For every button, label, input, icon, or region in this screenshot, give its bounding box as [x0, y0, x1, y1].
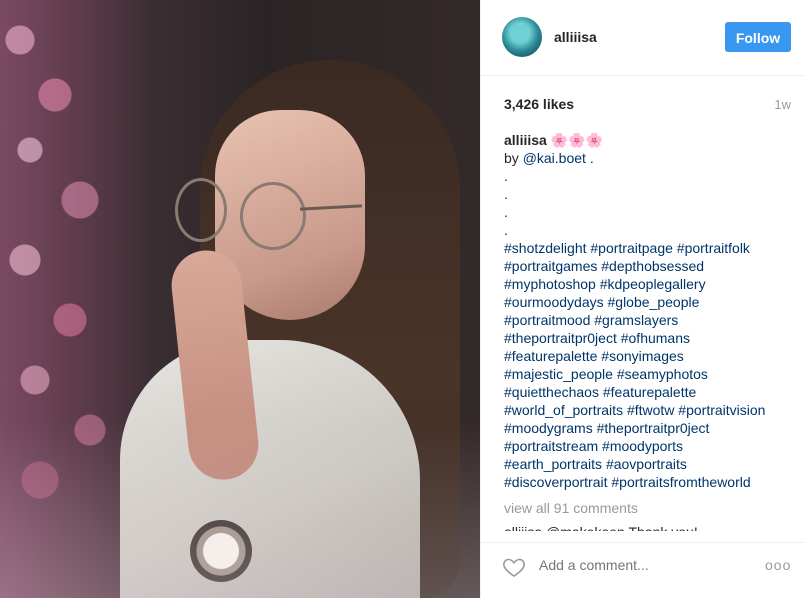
- mention-link[interactable]: @kai.boet: [523, 150, 586, 166]
- caption-by: by: [504, 150, 519, 166]
- likes-count[interactable]: 3,426 likes: [504, 96, 574, 112]
- hashtag-line[interactable]: #shotzdelight #portraitpage #portraitfol…: [504, 239, 796, 257]
- add-comment-input[interactable]: [539, 557, 739, 573]
- comment-bar: ooo: [481, 542, 804, 599]
- caption-credit-line: by @kai.boet .: [504, 149, 796, 167]
- hashtag-line[interactable]: #featurepalette #sonyimages: [504, 347, 796, 365]
- heart-icon[interactable]: [502, 555, 526, 579]
- hashtag-line[interactable]: #majestic_people #seamyphotos: [504, 365, 796, 383]
- hashtag-line[interactable]: #portraitgames #depthobsessed: [504, 257, 796, 275]
- caption-first-line: alliiisa 🌸🌸🌸: [504, 131, 796, 149]
- post-photo[interactable]: [0, 0, 480, 598]
- caption-username[interactable]: alliiisa: [504, 132, 547, 148]
- hashtag-list: #shotzdelight #portraitpage #portraitfol…: [504, 239, 796, 491]
- hashtag-line[interactable]: #ourmoodydays #globe_people: [504, 293, 796, 311]
- caption-mention-suffix: .: [585, 150, 594, 166]
- partial-comment: alliiisa @makekeen Thank you!: [504, 523, 784, 531]
- username-link[interactable]: alliiisa: [554, 29, 597, 45]
- hashtag-line[interactable]: #earth_portraits #aovportraits: [504, 455, 796, 473]
- post-header: alliiisa Follow: [481, 0, 804, 76]
- view-all-comments-link[interactable]: view all 91 comments: [504, 500, 638, 516]
- caption-dot: .: [504, 168, 508, 184]
- hashtag-line[interactable]: #portraitmood #gramslayers: [504, 311, 796, 329]
- avatar[interactable]: [502, 17, 542, 57]
- hashtag-line[interactable]: #moodygrams #theportraitpr0ject: [504, 419, 796, 437]
- caption-dot: .: [504, 186, 508, 202]
- hashtag-line[interactable]: #portraitstream #moodyports: [504, 437, 796, 455]
- caption: alliiisa 🌸🌸🌸 by @kai.boet . . . . . #sho…: [504, 131, 796, 491]
- post-side-panel: alliiisa Follow 3,426 likes 1w alliiisa …: [480, 0, 804, 598]
- more-options-icon[interactable]: ooo: [765, 557, 791, 573]
- follow-button[interactable]: Follow: [725, 22, 791, 52]
- hashtag-line[interactable]: #myphotoshop #kdpeoplegallery: [504, 275, 796, 293]
- hashtag-line[interactable]: #quietthechaos #featurepalette: [504, 383, 796, 401]
- hashtag-line[interactable]: #theportraitpr0ject #ofhumans: [504, 329, 796, 347]
- post-time[interactable]: 1w: [774, 97, 791, 112]
- photo-haze: [0, 420, 480, 598]
- hashtag-line[interactable]: #discoverportrait #portraitsfromtheworld: [504, 473, 796, 491]
- caption-dot: .: [504, 222, 508, 238]
- hashtag-line[interactable]: #world_of_portraits #ftwotw #portraitvis…: [504, 401, 796, 419]
- photo-glasses-left: [175, 178, 227, 242]
- photo-glasses-right: [240, 182, 306, 250]
- caption-dot: .: [504, 204, 508, 220]
- caption-emoji: 🌸🌸🌸: [550, 132, 603, 148]
